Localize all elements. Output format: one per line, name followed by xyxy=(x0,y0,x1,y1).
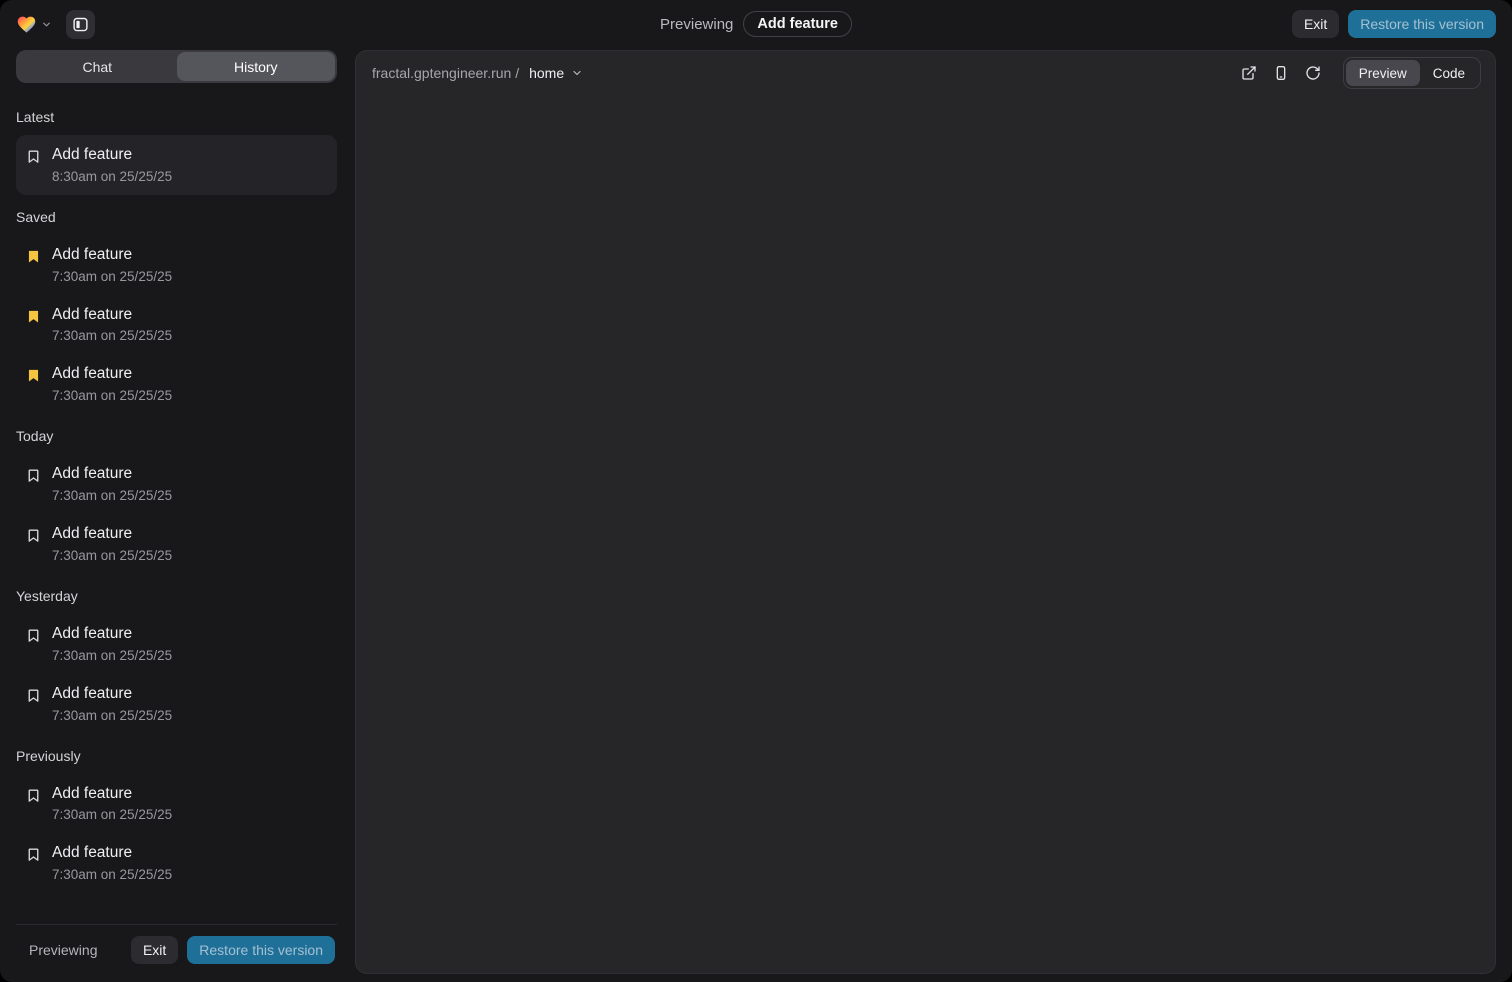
bookmark-filled-icon xyxy=(26,249,41,264)
version-timestamp: 7:30am on 25/25/25 xyxy=(52,648,172,663)
bookmark-outline-icon xyxy=(26,688,41,703)
version-title: Add feature xyxy=(52,844,172,862)
history-version-item[interactable]: Add feature 7:30am on 25/25/25 xyxy=(16,774,337,834)
history-version-item[interactable]: Add feature 7:30am on 25/25/25 xyxy=(16,354,337,414)
footer-exit-button[interactable]: Exit xyxy=(131,936,178,964)
section-label: Today xyxy=(16,428,337,444)
version-title: Add feature xyxy=(52,685,172,703)
history-section: Today Add feature 7:30am on 25/25/25 Add… xyxy=(16,428,337,574)
history-version-item[interactable]: Add feature 7:30am on 25/25/25 xyxy=(16,235,337,295)
bookmark-outline-icon xyxy=(26,628,41,643)
history-version-item[interactable]: Add feature 8:30am on 25/25/25 xyxy=(16,135,337,195)
sidebar-tab-switcher: Chat History xyxy=(16,50,337,83)
version-title: Add feature xyxy=(52,525,172,543)
version-title: Add feature xyxy=(52,625,172,643)
version-name-badge[interactable]: Add feature xyxy=(743,11,852,37)
chevron-down-icon xyxy=(41,19,52,30)
chevron-down-icon xyxy=(571,67,583,79)
preview-header: fractal.gptengineer.run / home xyxy=(356,51,1495,95)
version-title: Add feature xyxy=(52,306,172,324)
bookmark-outline-icon xyxy=(26,788,41,803)
version-timestamp: 7:30am on 25/25/25 xyxy=(52,328,172,343)
external-link-icon xyxy=(1241,65,1257,81)
tab-history[interactable]: History xyxy=(177,52,336,81)
version-timestamp: 7:30am on 25/25/25 xyxy=(52,488,172,503)
version-title: Add feature xyxy=(52,785,172,803)
version-title: Add feature xyxy=(52,246,172,264)
top-bar: Previewing Add feature Exit Restore this… xyxy=(0,0,1512,48)
history-version-item[interactable]: Add feature 7:30am on 25/25/25 xyxy=(16,454,337,514)
version-title: Add feature xyxy=(52,146,172,164)
section-label: Yesterday xyxy=(16,588,337,604)
history-section: Yesterday Add feature 7:30am on 25/25/25… xyxy=(16,588,337,734)
exit-button[interactable]: Exit xyxy=(1292,10,1339,38)
mobile-view-button[interactable] xyxy=(1267,59,1295,87)
version-timestamp: 8:30am on 25/25/25 xyxy=(52,169,172,184)
open-in-new-tab-button[interactable] xyxy=(1235,59,1263,87)
bookmark-outline-icon xyxy=(26,149,41,164)
footer-previewing-label: Previewing xyxy=(29,942,97,958)
history-section: Latest Add feature 8:30am on 25/25/25 xyxy=(16,109,337,195)
preview-url-prefix: fractal.gptengineer.run / xyxy=(372,65,519,81)
toggle-preview[interactable]: Preview xyxy=(1346,60,1420,86)
preview-url-page: home xyxy=(529,65,564,81)
smartphone-icon xyxy=(1273,65,1289,81)
history-list[interactable]: Latest Add feature 8:30am on 25/25/25 Sa… xyxy=(16,85,337,924)
history-version-item[interactable]: Add feature 7:30am on 25/25/25 xyxy=(16,674,337,734)
bookmark-filled-icon xyxy=(26,309,41,324)
toggle-code[interactable]: Code xyxy=(1420,60,1478,86)
sidebar-footer-bar: Previewing Exit Restore this version xyxy=(16,924,337,974)
app-logo-menu[interactable] xyxy=(16,14,52,35)
refresh-button[interactable] xyxy=(1299,59,1327,87)
lovable-heart-logo-icon xyxy=(16,14,37,35)
tab-chat[interactable]: Chat xyxy=(18,52,177,81)
restore-version-button[interactable]: Restore this version xyxy=(1348,10,1496,38)
section-label: Saved xyxy=(16,209,337,225)
version-title: Add feature xyxy=(52,465,172,483)
bookmark-filled-icon xyxy=(26,368,41,383)
history-version-item[interactable]: Add feature 7:30am on 25/25/25 xyxy=(16,514,337,574)
history-version-item[interactable]: Add feature 7:30am on 25/25/25 xyxy=(16,614,337,674)
sidebar-toggle-button[interactable] xyxy=(66,10,95,39)
preview-viewport[interactable] xyxy=(356,95,1495,973)
history-version-item[interactable]: Add feature 7:30am on 25/25/25 xyxy=(16,833,337,893)
version-title: Add feature xyxy=(52,365,172,383)
sidebar-panel-icon xyxy=(72,16,89,33)
app-window: Previewing Add feature Exit Restore this… xyxy=(0,0,1512,982)
previewing-status-label: Previewing xyxy=(660,16,733,33)
version-timestamp: 7:30am on 25/25/25 xyxy=(52,867,172,882)
preview-url-selector[interactable]: fractal.gptengineer.run / home xyxy=(372,65,583,81)
version-timestamp: 7:30am on 25/25/25 xyxy=(52,807,172,822)
refresh-icon xyxy=(1305,65,1321,81)
version-timestamp: 7:30am on 25/25/25 xyxy=(52,708,172,723)
preview-panel: fractal.gptengineer.run / home xyxy=(355,50,1496,974)
history-sidebar: Chat History Latest Add feature 8:30am o… xyxy=(16,50,337,974)
history-section: Saved Add feature 7:30am on 25/25/25 Add… xyxy=(16,209,337,414)
footer-restore-version-button[interactable]: Restore this version xyxy=(187,936,335,964)
section-label: Latest xyxy=(16,109,337,125)
preview-code-toggle: Preview Code xyxy=(1343,57,1481,89)
bookmark-outline-icon xyxy=(26,528,41,543)
bookmark-outline-icon xyxy=(26,468,41,483)
bookmark-outline-icon xyxy=(26,847,41,862)
section-label: Previously xyxy=(16,748,337,764)
version-timestamp: 7:30am on 25/25/25 xyxy=(52,269,172,284)
version-timestamp: 7:30am on 25/25/25 xyxy=(52,388,172,403)
version-timestamp: 7:30am on 25/25/25 xyxy=(52,548,172,563)
history-section: Previously Add feature 7:30am on 25/25/2… xyxy=(16,748,337,894)
history-version-item[interactable]: Add feature 7:30am on 25/25/25 xyxy=(16,295,337,355)
